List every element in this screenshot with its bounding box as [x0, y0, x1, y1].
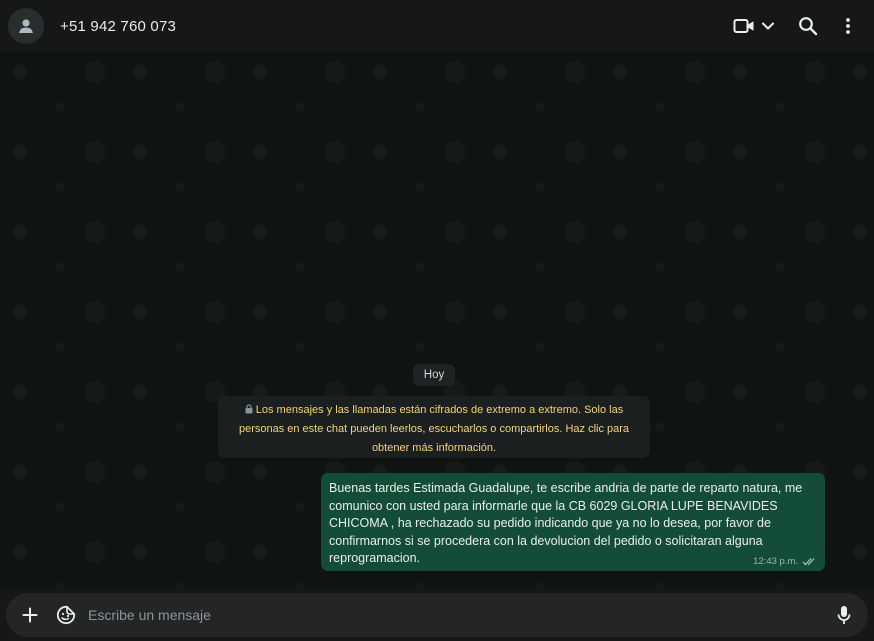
more-options-button[interactable]: [834, 8, 862, 44]
encryption-notice-text: Los mensajes y las llamadas están cifrad…: [238, 404, 630, 454]
search-button[interactable]: [790, 8, 826, 44]
microphone-icon: [837, 606, 851, 624]
double-check-icon: [802, 558, 815, 566]
outgoing-message[interactable]: Buenas tardes Estimada Guadalupe, te esc…: [321, 473, 825, 571]
chevron-down-icon: [762, 22, 774, 30]
more-vertical-icon: [846, 18, 850, 34]
chat-header: +51 942 760 073: [0, 0, 874, 52]
date-chip: Hoy: [413, 364, 455, 386]
message-composer: [0, 589, 874, 641]
encryption-notice[interactable]: Los mensajes y las llamadas están cifrad…: [218, 396, 650, 458]
plus-icon: [22, 607, 38, 623]
voice-message-button[interactable]: [830, 601, 858, 629]
sticker-icon: [56, 605, 76, 625]
contact-name[interactable]: +51 942 760 073: [60, 18, 176, 35]
attach-button[interactable]: [16, 601, 44, 629]
message-time: 12:43 p.m.: [753, 556, 798, 567]
search-icon: [799, 17, 818, 36]
message-input[interactable]: [88, 600, 822, 630]
lock-icon: [245, 404, 253, 414]
message-meta: 12:43 p.m.: [753, 556, 817, 567]
composer-bar: [6, 593, 868, 637]
video-icon: [733, 19, 754, 33]
avatar-default-icon: [19, 19, 33, 33]
header-actions: [728, 8, 866, 44]
emoji-sticker-button[interactable]: [52, 601, 80, 629]
chat-area[interactable]: Hoy Los mensajes y las llamadas están ci…: [0, 52, 874, 589]
contact-avatar[interactable]: [8, 8, 44, 44]
video-call-button[interactable]: [728, 8, 780, 44]
message-text: Buenas tardes Estimada Guadalupe, te esc…: [329, 481, 803, 565]
